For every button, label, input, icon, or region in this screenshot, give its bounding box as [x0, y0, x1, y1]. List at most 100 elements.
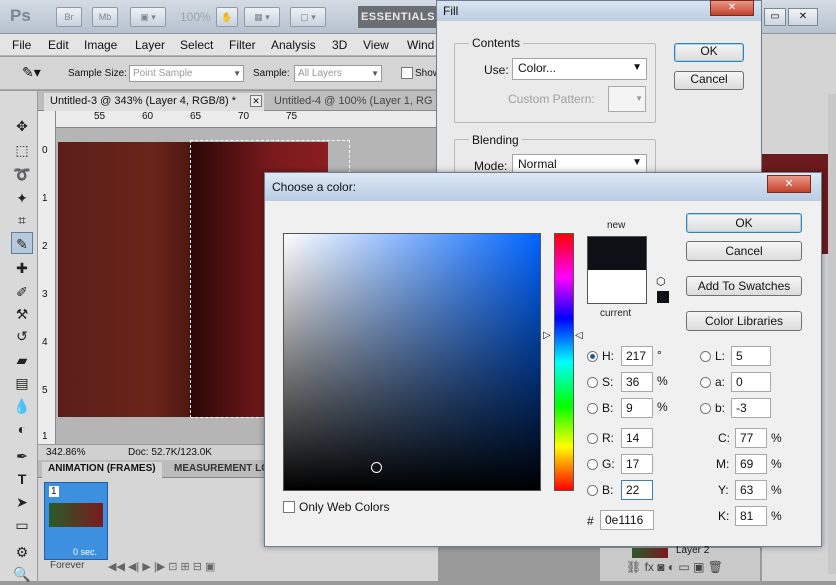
l-radio[interactable]: [700, 351, 711, 362]
animation-frame[interactable]: 1 0 sec.: [44, 482, 108, 560]
h-radio[interactable]: [587, 351, 598, 362]
move-tool-icon[interactable]: ✥: [11, 115, 33, 137]
add-to-swatches-button[interactable]: Add To Swatches: [686, 276, 802, 296]
y-input[interactable]: 63: [735, 480, 767, 500]
close-tab-icon[interactable]: ✕: [250, 95, 262, 107]
show-ring-checkbox[interactable]: [401, 67, 413, 79]
menu-view[interactable]: View: [363, 38, 389, 52]
menu-3d[interactable]: 3D: [332, 38, 347, 52]
hue-slider-right-arrow[interactable]: ◁: [575, 330, 583, 341]
blur-tool-icon[interactable]: 💧: [11, 395, 33, 417]
screen-mode-icon[interactable]: ▣ ▾: [130, 7, 166, 27]
fill-close-icon[interactable]: ✕: [710, 0, 754, 16]
only-web-colors-checkbox[interactable]: [283, 501, 295, 513]
color-picker-cursor[interactable]: [371, 462, 382, 473]
playback-controls-icon[interactable]: ◀◀ ◀| ▶ |▶ ⊡ ⊞ ⊟ ▣: [108, 560, 215, 573]
mini-bridge-button[interactable]: Mb: [92, 7, 118, 27]
picker-cancel-button[interactable]: Cancel: [686, 241, 802, 261]
fill-cancel-button[interactable]: Cancel: [674, 71, 744, 90]
hue-slider[interactable]: [554, 233, 574, 491]
s-radio[interactable]: [587, 377, 598, 388]
clone-stamp-tool-icon[interactable]: ⚒: [11, 303, 33, 325]
saturation-brightness-field[interactable]: [283, 233, 541, 491]
k-input[interactable]: 81: [735, 506, 767, 526]
hex-input[interactable]: 0e1116: [600, 510, 654, 530]
sample-select[interactable]: All Layers ▼: [294, 65, 382, 82]
tab-untitled-4[interactable]: Untitled-4 @ 100% (Layer 1, RG: [268, 93, 438, 111]
use-label: Use:: [484, 63, 509, 77]
menu-edit[interactable]: Edit: [48, 38, 69, 52]
use-select[interactable]: Color... ▼: [512, 58, 647, 80]
menu-filter[interactable]: Filter: [229, 38, 256, 52]
g-input[interactable]: 17: [621, 454, 653, 474]
tab-animation[interactable]: ANIMATION (FRAMES): [42, 462, 162, 478]
workspace-switcher[interactable]: ESSENTIALS: [358, 6, 438, 28]
a-input[interactable]: 0: [731, 372, 771, 392]
minimize-icon[interactable]: ▭: [764, 8, 786, 26]
marquee-tool-icon[interactable]: ⬚: [11, 139, 33, 161]
r-radio[interactable]: [587, 433, 598, 444]
tab-untitled-3[interactable]: Untitled-3 @ 343% (Layer 4, RGB/8) *: [44, 93, 264, 111]
lasso-tool-icon[interactable]: ➰: [11, 163, 33, 185]
menu-window[interactable]: Wind: [407, 38, 434, 52]
quick-select-tool-icon[interactable]: ✦: [11, 187, 33, 209]
crop-tool-icon[interactable]: ⌗: [11, 209, 33, 231]
current-color-swatch[interactable]: [587, 270, 647, 304]
path-selection-tool-icon[interactable]: ➤: [11, 491, 33, 513]
g-radio[interactable]: [587, 459, 598, 470]
shape-tool-icon[interactable]: ▭: [11, 514, 33, 536]
c-input[interactable]: 77: [735, 428, 767, 448]
layer-actions-icon[interactable]: ⛓ fx ◙ ◐ ▭ ▣ 🗑: [626, 560, 723, 574]
out-of-gamut-cube-icon[interactable]: ⬡: [656, 275, 666, 288]
r-input[interactable]: 14: [621, 428, 653, 448]
loop-select[interactable]: Forever: [50, 560, 84, 571]
lab-b-input[interactable]: -3: [731, 398, 771, 418]
zoom-tool-icon[interactable]: 🔍: [11, 563, 33, 585]
panel-scrollbar[interactable]: [828, 94, 836, 574]
h-input[interactable]: 217: [621, 346, 653, 366]
zoom-level[interactable]: 100%: [180, 10, 211, 24]
menu-layer[interactable]: Layer: [135, 38, 165, 52]
m-input[interactable]: 69: [735, 454, 767, 474]
color-libraries-button[interactable]: Color Libraries: [686, 311, 802, 331]
eyedropper-preset-icon[interactable]: ✎▾: [22, 64, 41, 81]
pattern-picker[interactable]: ▼: [608, 86, 646, 112]
sample-size-select[interactable]: Point Sample ▼: [129, 65, 244, 82]
eyedropper-tool-icon[interactable]: ✎: [11, 232, 33, 254]
blue-radio[interactable]: [587, 485, 598, 496]
fill-ok-button[interactable]: OK: [674, 43, 744, 62]
pen-tool-icon[interactable]: ✒: [11, 445, 33, 467]
menu-select[interactable]: Select: [180, 38, 213, 52]
lab-b-radio[interactable]: [700, 403, 711, 414]
web-safe-color-icon[interactable]: [657, 291, 669, 303]
gradient-tool-icon[interactable]: ▤: [11, 372, 33, 394]
mode-select[interactable]: Normal ▼: [512, 154, 647, 174]
3d-rotate-tool-icon[interactable]: ⚙: [11, 541, 33, 563]
bridge-button[interactable]: Br: [56, 7, 82, 27]
history-brush-tool-icon[interactable]: ↺: [11, 325, 33, 347]
menu-file[interactable]: File: [12, 38, 31, 52]
l-input[interactable]: 5: [731, 346, 771, 366]
eraser-tool-icon[interactable]: ▰: [11, 349, 33, 371]
zoom-readout[interactable]: 342.86%: [46, 447, 85, 458]
close-app-icon[interactable]: ✕: [788, 8, 818, 26]
blue-input[interactable]: 22: [621, 480, 653, 500]
s-input[interactable]: 36: [621, 372, 653, 392]
hand-tool-icon[interactable]: ✋: [216, 7, 238, 27]
healing-brush-tool-icon[interactable]: ✚: [11, 257, 33, 279]
brush-tool-icon[interactable]: ✐: [11, 281, 33, 303]
arrange-documents-icon[interactable]: ▦ ▾: [244, 7, 280, 27]
b-radio[interactable]: [587, 403, 598, 414]
dodge-tool-icon[interactable]: ◐: [11, 418, 33, 440]
picker-close-icon[interactable]: ✕: [767, 175, 811, 193]
screen-mode-dropdown-icon[interactable]: ▢ ▾: [290, 7, 326, 27]
b-input[interactable]: 9: [621, 398, 653, 418]
frame-delay[interactable]: 0 sec.: [73, 547, 97, 557]
a-radio[interactable]: [700, 377, 711, 388]
menu-analysis[interactable]: Analysis: [271, 38, 316, 52]
hue-slider-left-arrow[interactable]: ▷: [543, 330, 551, 341]
picker-ok-button[interactable]: OK: [686, 213, 802, 233]
menu-image[interactable]: Image: [84, 38, 117, 52]
tab-measurement-log[interactable]: MEASUREMENT LO: [168, 462, 275, 478]
type-tool-icon[interactable]: T: [11, 468, 33, 490]
